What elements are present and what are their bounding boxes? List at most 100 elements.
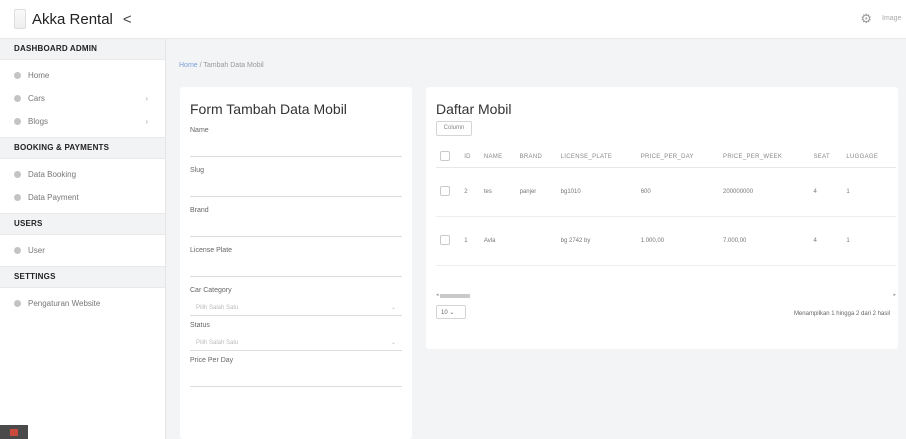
- table-cell: 1: [842, 216, 896, 266]
- sidebar-section-title: USERS: [0, 213, 165, 235]
- column-header[interactable]: SEAT: [809, 147, 843, 168]
- table-cell: 4: [809, 167, 843, 217]
- table-cell: 7.000,00: [719, 216, 810, 266]
- table-cell: panjer: [515, 167, 557, 217]
- column-header[interactable]: PRICE_PER_WEEK: [719, 147, 810, 168]
- column-header[interactable]: LICENSE_PLATE: [556, 147, 637, 168]
- sidebar-item-label: Data Payment: [28, 193, 79, 202]
- table-cell: 4: [809, 216, 843, 266]
- nav-bullet-icon: [14, 118, 21, 125]
- chevron-right-icon: ›: [145, 117, 148, 126]
- table-cell: [515, 216, 557, 266]
- sidebar-item-label: Home: [28, 71, 50, 80]
- table-cell: 1: [460, 216, 480, 266]
- breadcrumb: Home / Tambah Data Mobil: [179, 62, 264, 69]
- table-cell: [436, 167, 461, 217]
- table-title: Daftar Mobil: [436, 101, 512, 117]
- chevron-right-icon: ›: [145, 94, 148, 103]
- brand-logo: [14, 9, 26, 29]
- table-cell: [436, 216, 461, 266]
- sidebar-item[interactable]: Home: [0, 64, 165, 87]
- form-card: Form Tambah Data Mobil Name Slug Brand Lice…: [180, 87, 412, 439]
- gear-icon[interactable]: ⚙: [860, 11, 872, 27]
- nav-bullet-icon: [14, 300, 21, 307]
- form-field: License Plate: [180, 247, 412, 277]
- table-cell: 200000000: [719, 167, 810, 217]
- table-card: Daftar Mobil Column ID NAME BRAND LICENSE_P…: [426, 87, 898, 349]
- text-input[interactable]: [190, 370, 402, 387]
- column-header[interactable]: PRICE_PER_DAY: [636, 147, 720, 168]
- sidebar-item-label: Blogs: [28, 117, 49, 126]
- form-field: Price Per Day: [180, 357, 412, 387]
- table-row[interactable]: 1 Avla bg 2742 by 1.000,00 7.000,00 4 1: [436, 216, 896, 266]
- chevron-down-icon: ⌄: [390, 340, 396, 346]
- sidebar-item-label: User: [28, 246, 45, 255]
- text-input[interactable]: [190, 180, 402, 197]
- row-checkbox[interactable]: [440, 186, 450, 196]
- sidebar-section-title: DASHBOARD ADMIN: [0, 38, 165, 60]
- form-field: Status Pilih Salah Satu ⌄: [180, 322, 412, 351]
- cars-table: ID NAME BRAND LICENSE_PLATE PRICE_PER_DAY PRI…: [436, 147, 896, 266]
- column-header[interactable]: ID: [460, 147, 480, 168]
- footer-logo-icon: [10, 429, 18, 436]
- table-cell: 600: [636, 167, 720, 217]
- column-header[interactable]: [436, 147, 461, 168]
- brand-name: Akka Rental: [32, 10, 113, 28]
- scroll-right-icon[interactable]: ▸: [893, 292, 896, 298]
- table-cell: bg 2742 by: [556, 216, 637, 266]
- sidebar-toggle-button[interactable]: <: [123, 11, 132, 28]
- column-header[interactable]: LUGGAGE: [842, 147, 896, 168]
- sidebar-item-label: Cars: [28, 94, 45, 103]
- form-field: Car Category Pilih Salah Satu ⌄: [180, 287, 412, 316]
- field-label: Car Category: [190, 287, 232, 294]
- per-page-select[interactable]: 10 ⌄: [436, 305, 466, 319]
- per-page-value: 10: [441, 310, 448, 316]
- table-scrollbar[interactable]: ◂ ▸: [436, 292, 896, 299]
- sidebar-footer: [0, 425, 28, 439]
- table-cell: 1.000,00: [636, 216, 720, 266]
- sidebar: Akka Rental < DASHBOARD ADMIN Home Cars › Bl…: [0, 0, 166, 439]
- table-cell: Avla: [479, 216, 516, 266]
- sidebar-item[interactable]: Pengaturan Website: [0, 292, 165, 315]
- chevron-down-icon: ⌄: [390, 305, 396, 311]
- text-input[interactable]: [190, 220, 402, 237]
- sidebar-item[interactable]: User: [0, 239, 165, 262]
- scrollbar-thumb[interactable]: [440, 294, 470, 298]
- sidebar-item[interactable]: Cars ›: [0, 87, 165, 110]
- nav-bullet-icon: [14, 72, 21, 79]
- column-visibility-button[interactable]: Column: [436, 121, 472, 136]
- table-cell: 1: [842, 167, 896, 217]
- form-field: Name: [180, 127, 412, 157]
- form-field: Slug: [180, 167, 412, 197]
- nav-bullet-icon: [14, 171, 21, 178]
- breadcrumb-current: Tambah Data Mobil: [203, 62, 264, 69]
- table-row[interactable]: 2 tes panjer bg1010 600 200000000 4 1: [436, 167, 896, 217]
- sidebar-item-label: Pengaturan Website: [28, 299, 101, 308]
- sidebar-item-label: Data Booking: [28, 170, 77, 179]
- sidebar-item[interactable]: Data Payment: [0, 186, 165, 209]
- sidebar-section-title: SETTINGS: [0, 266, 165, 288]
- form-fields: Name Slug Brand License Plate Car Category Pi…: [180, 127, 412, 387]
- field-label: Name: [190, 127, 209, 134]
- text-input[interactable]: [190, 140, 402, 157]
- row-checkbox[interactable]: [440, 235, 450, 245]
- field-label: Price Per Day: [190, 357, 234, 364]
- sidebar-item[interactable]: Blogs ›: [0, 110, 165, 133]
- text-input[interactable]: [190, 260, 402, 277]
- table-header-row: ID NAME BRAND LICENSE_PLATE PRICE_PER_DAY PRI…: [436, 147, 896, 168]
- column-header[interactable]: BRAND: [515, 147, 557, 168]
- field-label: Slug: [190, 167, 205, 174]
- breadcrumb-home-link[interactable]: Home: [179, 62, 198, 69]
- select-all-checkbox[interactable]: [440, 151, 450, 161]
- field-label: Status: [190, 322, 210, 329]
- scroll-left-icon[interactable]: ◂: [436, 292, 439, 298]
- select-value: Pilih Salah Satu: [196, 339, 239, 346]
- column-header[interactable]: NAME: [479, 147, 516, 168]
- nav-bullet-icon: [14, 95, 21, 102]
- table-body: 2 tes panjer bg1010 600 200000000 4 1 1 Avla bg 27…: [436, 167, 896, 266]
- select-field[interactable]: Pilih Salah Satu ⌄: [190, 300, 402, 316]
- select-field[interactable]: Pilih Salah Satu ⌄: [190, 335, 402, 351]
- avatar[interactable]: Image: [882, 8, 901, 30]
- sidebar-item[interactable]: Data Booking: [0, 163, 165, 186]
